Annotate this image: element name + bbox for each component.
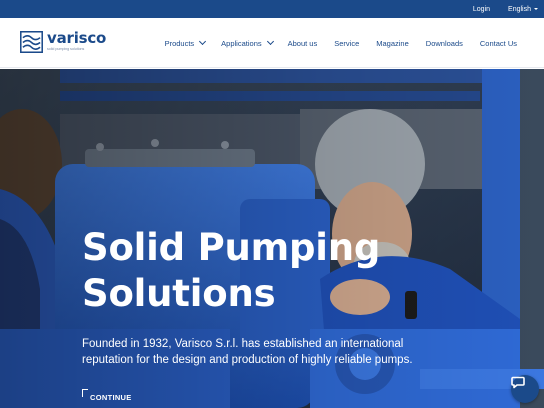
chevron-down-icon <box>199 37 207 46</box>
nav-label-about-us: About us <box>287 38 318 48</box>
nav-label-service: Service <box>334 38 360 48</box>
continue-button[interactable]: CONTINUE <box>82 387 132 402</box>
hero-title: Solid Pumping Solutions <box>82 225 422 317</box>
chevron-down-icon <box>266 37 274 46</box>
bracket-decoration-icon <box>82 389 88 397</box>
nav-item-about-us[interactable]: About us <box>288 39 318 48</box>
logo-wordmark: varisco <box>47 29 107 47</box>
nav-label-applications: Applications <box>221 38 262 48</box>
nav-item-products[interactable]: Products <box>164 37 207 48</box>
varisco-logo[interactable]: varisco solid pumping solutions <box>20 31 106 53</box>
nav-item-downloads[interactable]: Downloads <box>426 39 463 48</box>
language-selector[interactable]: English <box>508 6 538 13</box>
nav-item-service[interactable]: Service <box>334 39 359 48</box>
nav-item-applications[interactable]: Applications <box>221 37 274 48</box>
top-utility-bar: Login English <box>0 0 544 18</box>
logo-mark-icon <box>20 31 43 53</box>
continue-label: CONTINUE <box>90 393 132 402</box>
site-header: varisco solid pumping solutions Products… <box>0 18 544 68</box>
nav-label-magazine: Magazine <box>376 38 409 48</box>
logo-tagline: solid pumping solutions <box>47 47 85 51</box>
caret-down-icon <box>534 8 538 10</box>
hero-title-line-1: Solid Pumping <box>82 226 381 269</box>
hero-title-line-2: Solutions <box>82 272 276 315</box>
nav-label-products: Products <box>164 38 195 48</box>
nav-item-magazine[interactable]: Magazine <box>376 39 409 48</box>
chat-button[interactable] <box>511 375 539 403</box>
hero-subtitle: Founded in 1932, Varisco S.r.l. has esta… <box>82 337 422 368</box>
login-link[interactable]: Login <box>473 6 490 13</box>
chat-bubble-icon <box>511 376 525 389</box>
login-label: Login <box>472 5 491 13</box>
nav-label-contact-us: Contact Us <box>479 38 517 48</box>
language-label: English <box>508 5 531 13</box>
hero-subtitle-line-1: Founded in 1932, Varisco S.r.l. has esta… <box>82 338 404 350</box>
main-navigation: Products Applications About us Service M… <box>165 18 517 68</box>
nav-label-downloads: Downloads <box>425 38 463 48</box>
hero-subtitle-line-2: reputation for the design and production… <box>82 353 413 366</box>
hero-banner: Solid Pumping Solutions Founded in 1932,… <box>0 69 544 408</box>
nav-item-contact-us[interactable]: Contact Us <box>480 39 517 48</box>
